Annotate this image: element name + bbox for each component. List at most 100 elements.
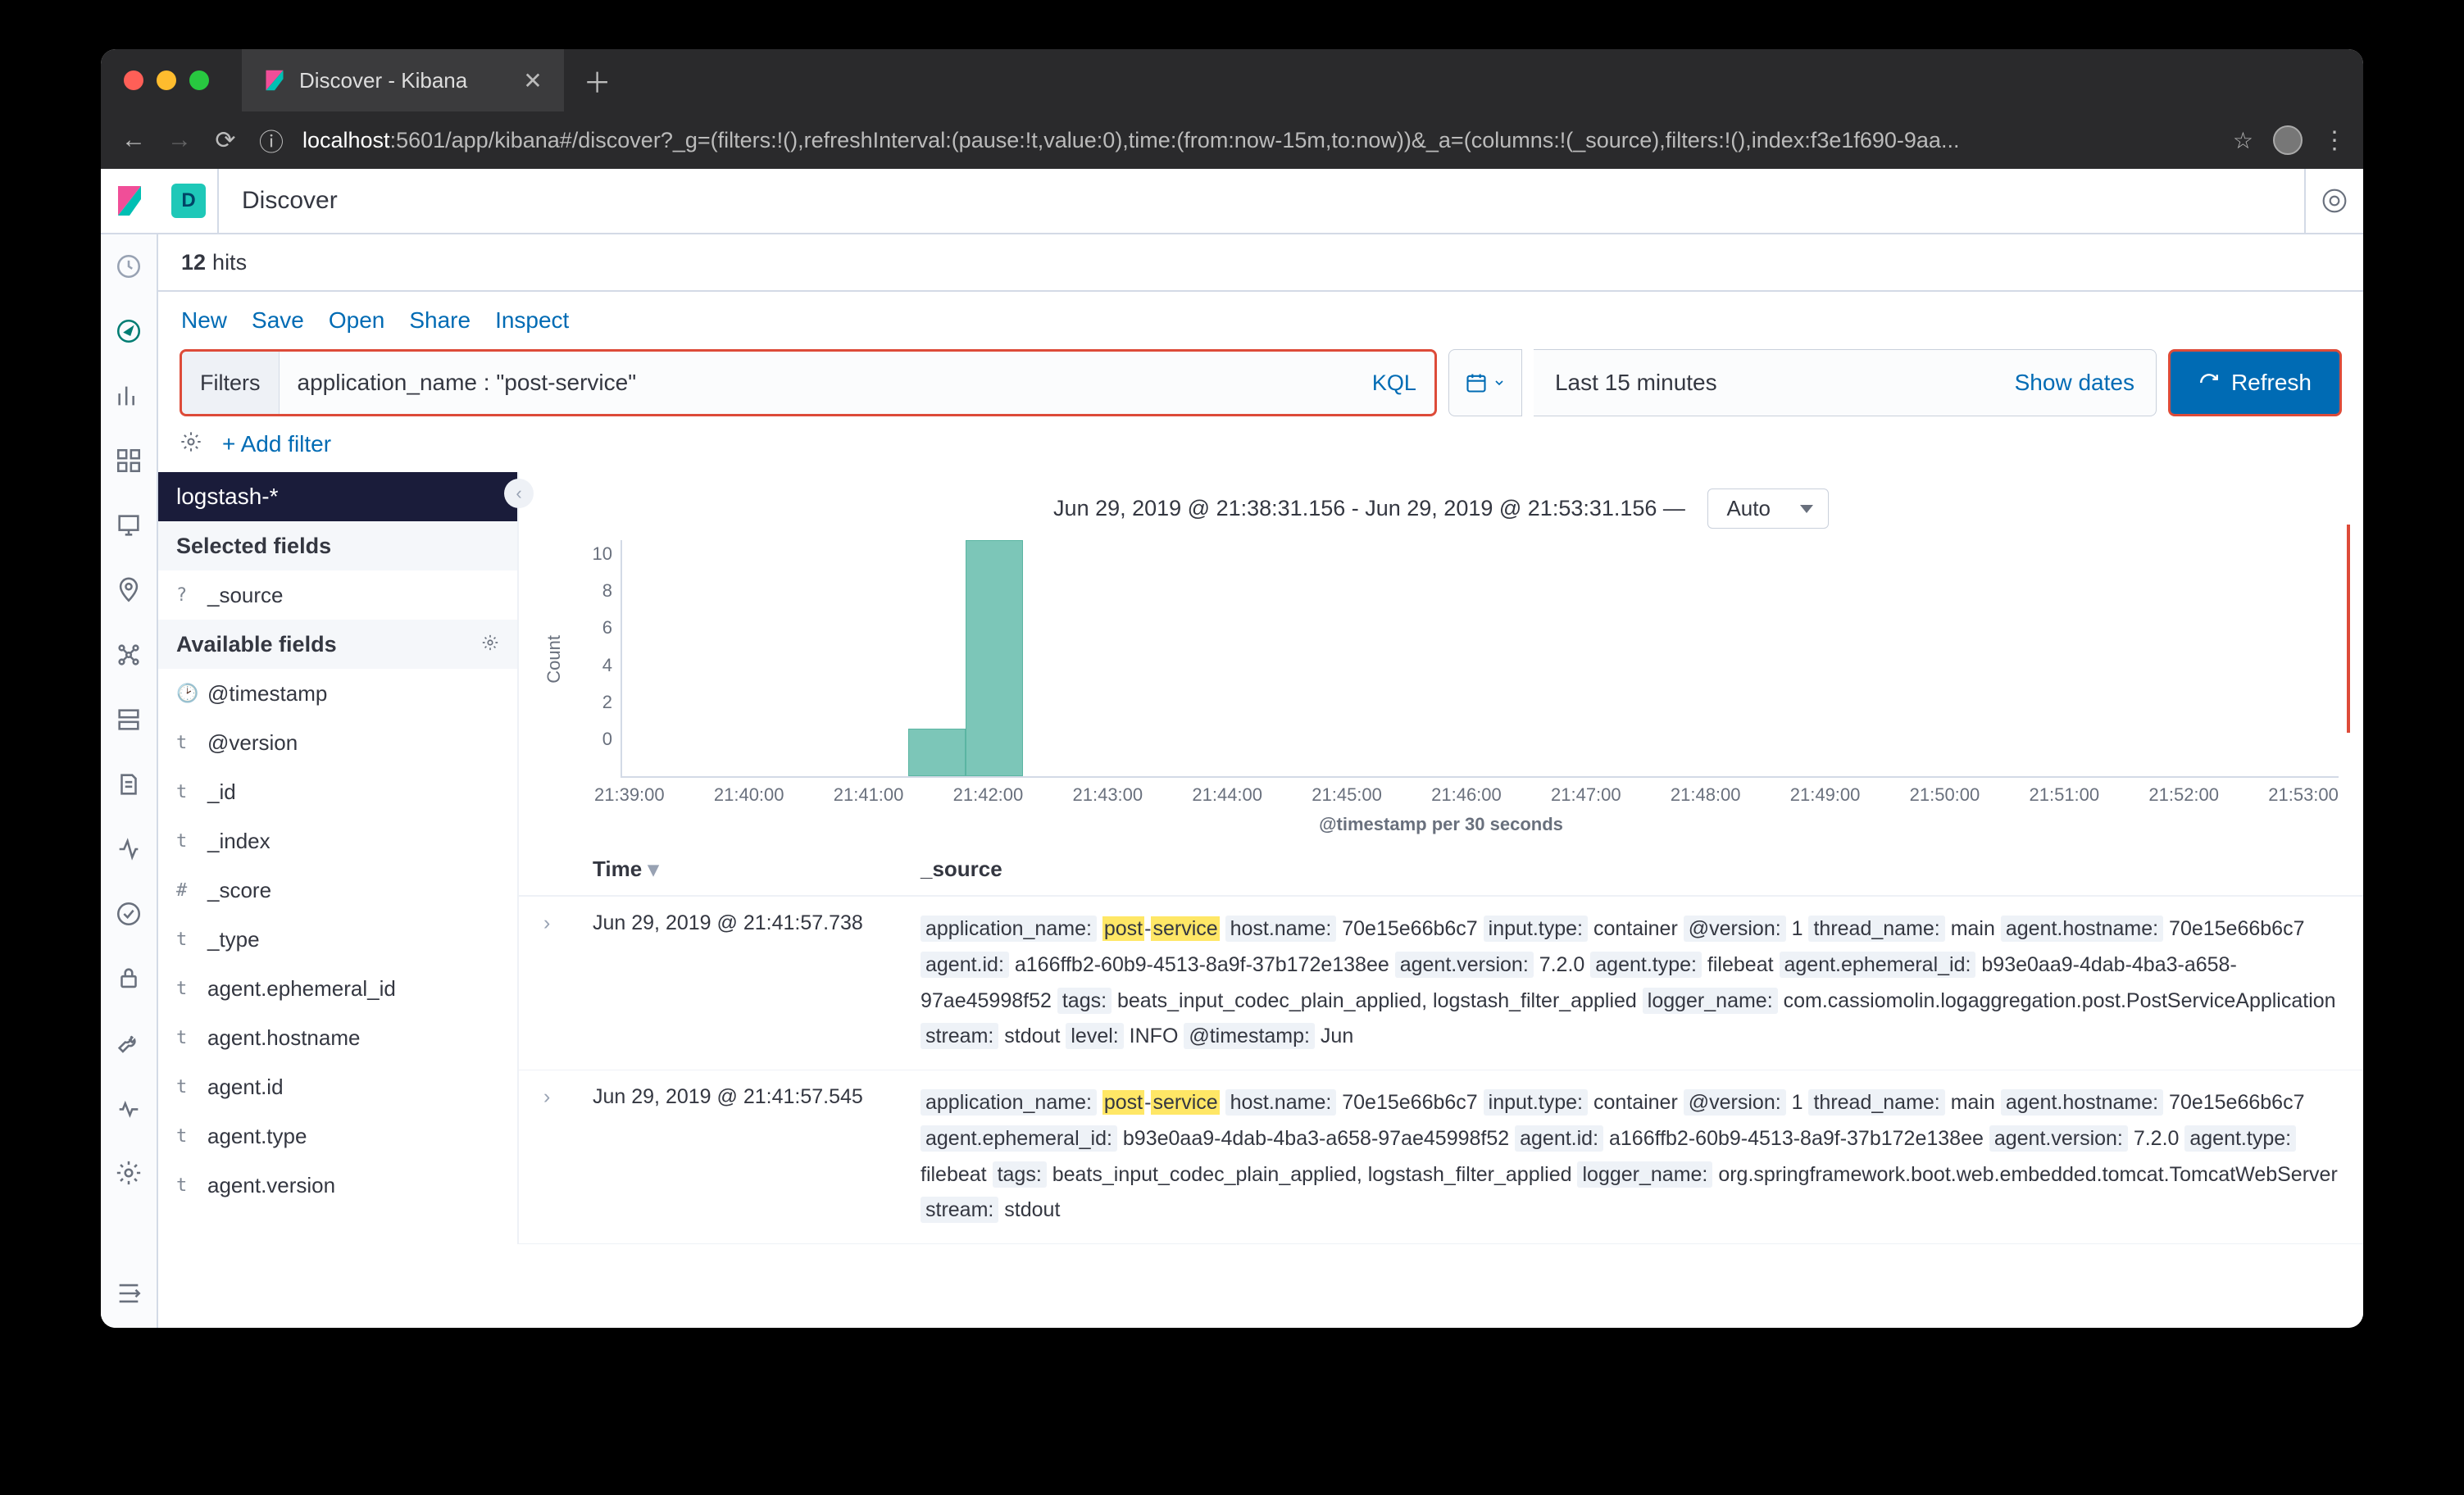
url-text[interactable]: localhost:5601/app/kibana#/discover?_g=(… xyxy=(302,128,2216,153)
chart-bar[interactable] xyxy=(966,540,1023,776)
menu-inspect[interactable]: Inspect xyxy=(495,307,569,334)
field-item[interactable]: tagent.version xyxy=(158,1161,517,1210)
kibana-app: D Discover xyxy=(101,169,2363,1328)
histogram: Jun 29, 2019 @ 21:38:31.156 - Jun 29, 20… xyxy=(517,472,2363,843)
field-item[interactable]: tagent.id xyxy=(158,1062,517,1111)
header-help-icon[interactable] xyxy=(2304,169,2363,233)
date-range[interactable]: Last 15 minutes Show dates xyxy=(1534,349,2157,416)
new-tab-icon[interactable]: ＋ xyxy=(584,61,611,101)
minimize-window-icon[interactable] xyxy=(157,70,176,90)
show-dates-link[interactable]: Show dates xyxy=(2015,370,2134,396)
kibana-logo-icon[interactable] xyxy=(101,169,158,233)
field-item[interactable]: ?_source xyxy=(158,570,517,620)
tab-title: Discover - Kibana xyxy=(299,68,467,93)
maps-icon[interactable] xyxy=(115,576,143,608)
top-menu: New Save Open Share Inspect xyxy=(158,292,2363,349)
url-bar: ← → ⟳ ⓘ localhost:5601/app/kibana#/disco… xyxy=(101,111,2363,169)
menu-save[interactable]: Save xyxy=(252,307,304,334)
interval-select[interactable]: Auto xyxy=(1707,488,1829,529)
filter-settings-icon[interactable] xyxy=(180,430,202,459)
kql-toggle[interactable]: KQL xyxy=(1354,352,1434,414)
expand-row-icon[interactable]: › xyxy=(543,911,593,1055)
table-header: Time ▾ _source xyxy=(517,843,2363,897)
management-icon[interactable] xyxy=(115,1159,143,1191)
siem-icon[interactable] xyxy=(115,965,143,997)
table-row[interactable]: ›Jun 29, 2019 @ 21:41:57.545application_… xyxy=(517,1070,2363,1244)
back-icon[interactable]: ← xyxy=(119,125,148,155)
index-pattern[interactable]: logstash-* xyxy=(158,472,517,521)
profile-avatar-icon[interactable] xyxy=(2273,125,2303,155)
add-filter-link[interactable]: + Add filter xyxy=(222,431,331,457)
hits-bar: 12 hits xyxy=(158,234,2363,292)
kibana-favicon-icon xyxy=(263,69,286,92)
date-quick-select[interactable] xyxy=(1448,349,1522,416)
menu-share[interactable]: Share xyxy=(409,307,471,334)
chart-plot[interactable] xyxy=(621,540,2339,778)
uptime-icon[interactable] xyxy=(115,900,143,932)
field-filter-gear-icon[interactable] xyxy=(481,632,499,657)
main-area: D Discover xyxy=(101,169,2363,1328)
fields-sidebar: ‹ logstash-* Selected fields ?_source Av… xyxy=(158,472,517,1328)
field-item[interactable]: tagent.ephemeral_id xyxy=(158,964,517,1013)
field-item[interactable]: t_id xyxy=(158,767,517,816)
reload-icon[interactable]: ⟳ xyxy=(211,125,240,155)
infra-icon[interactable] xyxy=(115,706,143,738)
field-item[interactable]: t_index xyxy=(158,816,517,866)
menu-open[interactable]: Open xyxy=(329,307,385,334)
space-badge: D xyxy=(171,184,206,218)
dashboard-icon[interactable] xyxy=(115,447,143,479)
browser-menu-icon[interactable]: ⋮ xyxy=(2322,126,2345,155)
browser-tab[interactable]: Discover - Kibana ✕ xyxy=(242,49,564,111)
visualize-icon[interactable] xyxy=(115,382,143,414)
maximize-window-icon[interactable] xyxy=(189,70,209,90)
selected-fields-header: Selected fields xyxy=(158,521,517,570)
menu-new[interactable]: New xyxy=(181,307,227,334)
field-item[interactable]: t@version xyxy=(158,718,517,767)
col-time[interactable]: Time ▾ xyxy=(593,857,921,882)
browser-window: Discover - Kibana ✕ ＋ ← → ⟳ ⓘ localhost:… xyxy=(101,49,2363,1328)
discover-icon[interactable] xyxy=(115,317,143,349)
header-bar: D Discover xyxy=(101,169,2363,234)
results-content: Jun 29, 2019 @ 21:38:31.156 - Jun 29, 20… xyxy=(517,472,2363,1328)
table-row[interactable]: ›Jun 29, 2019 @ 21:41:57.738application_… xyxy=(517,897,2363,1070)
close-window-icon[interactable] xyxy=(124,70,143,90)
refresh-button[interactable]: Refresh xyxy=(2168,349,2342,416)
chart-title: Jun 29, 2019 @ 21:38:31.156 - Jun 29, 20… xyxy=(543,488,2339,529)
query-bar: Filters KQL xyxy=(180,349,1437,416)
filters-button[interactable]: Filters xyxy=(182,352,280,414)
field-item[interactable]: #_score xyxy=(158,866,517,915)
collapse-sidebar-icon[interactable]: ‹ xyxy=(504,479,534,508)
monitoring-icon[interactable] xyxy=(115,1094,143,1126)
search-row: Filters KQL Last 15 minutes Show dates xyxy=(158,349,2363,416)
discover-body: ‹ logstash-* Selected fields ?_source Av… xyxy=(158,472,2363,1328)
logs-icon[interactable] xyxy=(115,770,143,802)
nav-rail xyxy=(101,234,158,1328)
chart-bar[interactable] xyxy=(908,729,966,776)
x-axis: 21:39:0021:40:0021:41:0021:42:0021:43:00… xyxy=(594,778,2339,806)
field-item[interactable]: tagent.type xyxy=(158,1111,517,1161)
x-axis-label: @timestamp per 30 seconds xyxy=(543,814,2339,835)
collapse-rail-icon[interactable] xyxy=(115,1279,143,1311)
filter-row: + Add filter xyxy=(158,416,2363,472)
y-axis-label: Count xyxy=(543,635,565,684)
recent-icon[interactable] xyxy=(115,252,143,284)
titlebar: Discover - Kibana ✕ ＋ xyxy=(101,49,2363,111)
available-fields-header: Available fields xyxy=(158,620,517,669)
canvas-icon[interactable] xyxy=(115,511,143,543)
forward-icon[interactable]: → xyxy=(165,125,194,155)
window-controls xyxy=(124,70,209,90)
site-info-icon[interactable]: ⓘ xyxy=(257,125,286,155)
field-item[interactable]: t_type xyxy=(158,915,517,964)
bookmark-icon[interactable]: ☆ xyxy=(2233,127,2253,154)
ml-icon[interactable] xyxy=(115,641,143,673)
field-item[interactable]: 🕑@timestamp xyxy=(158,669,517,718)
apm-icon[interactable] xyxy=(115,835,143,867)
breadcrumb: Discover xyxy=(217,169,361,233)
col-source[interactable]: _source xyxy=(921,857,2339,882)
query-input[interactable] xyxy=(280,352,1354,414)
expand-row-icon[interactable]: › xyxy=(543,1085,593,1229)
space-selector[interactable]: D xyxy=(160,169,217,233)
close-tab-icon[interactable]: ✕ xyxy=(523,67,542,94)
field-item[interactable]: tagent.hostname xyxy=(158,1013,517,1062)
devtools-icon[interactable] xyxy=(115,1029,143,1061)
